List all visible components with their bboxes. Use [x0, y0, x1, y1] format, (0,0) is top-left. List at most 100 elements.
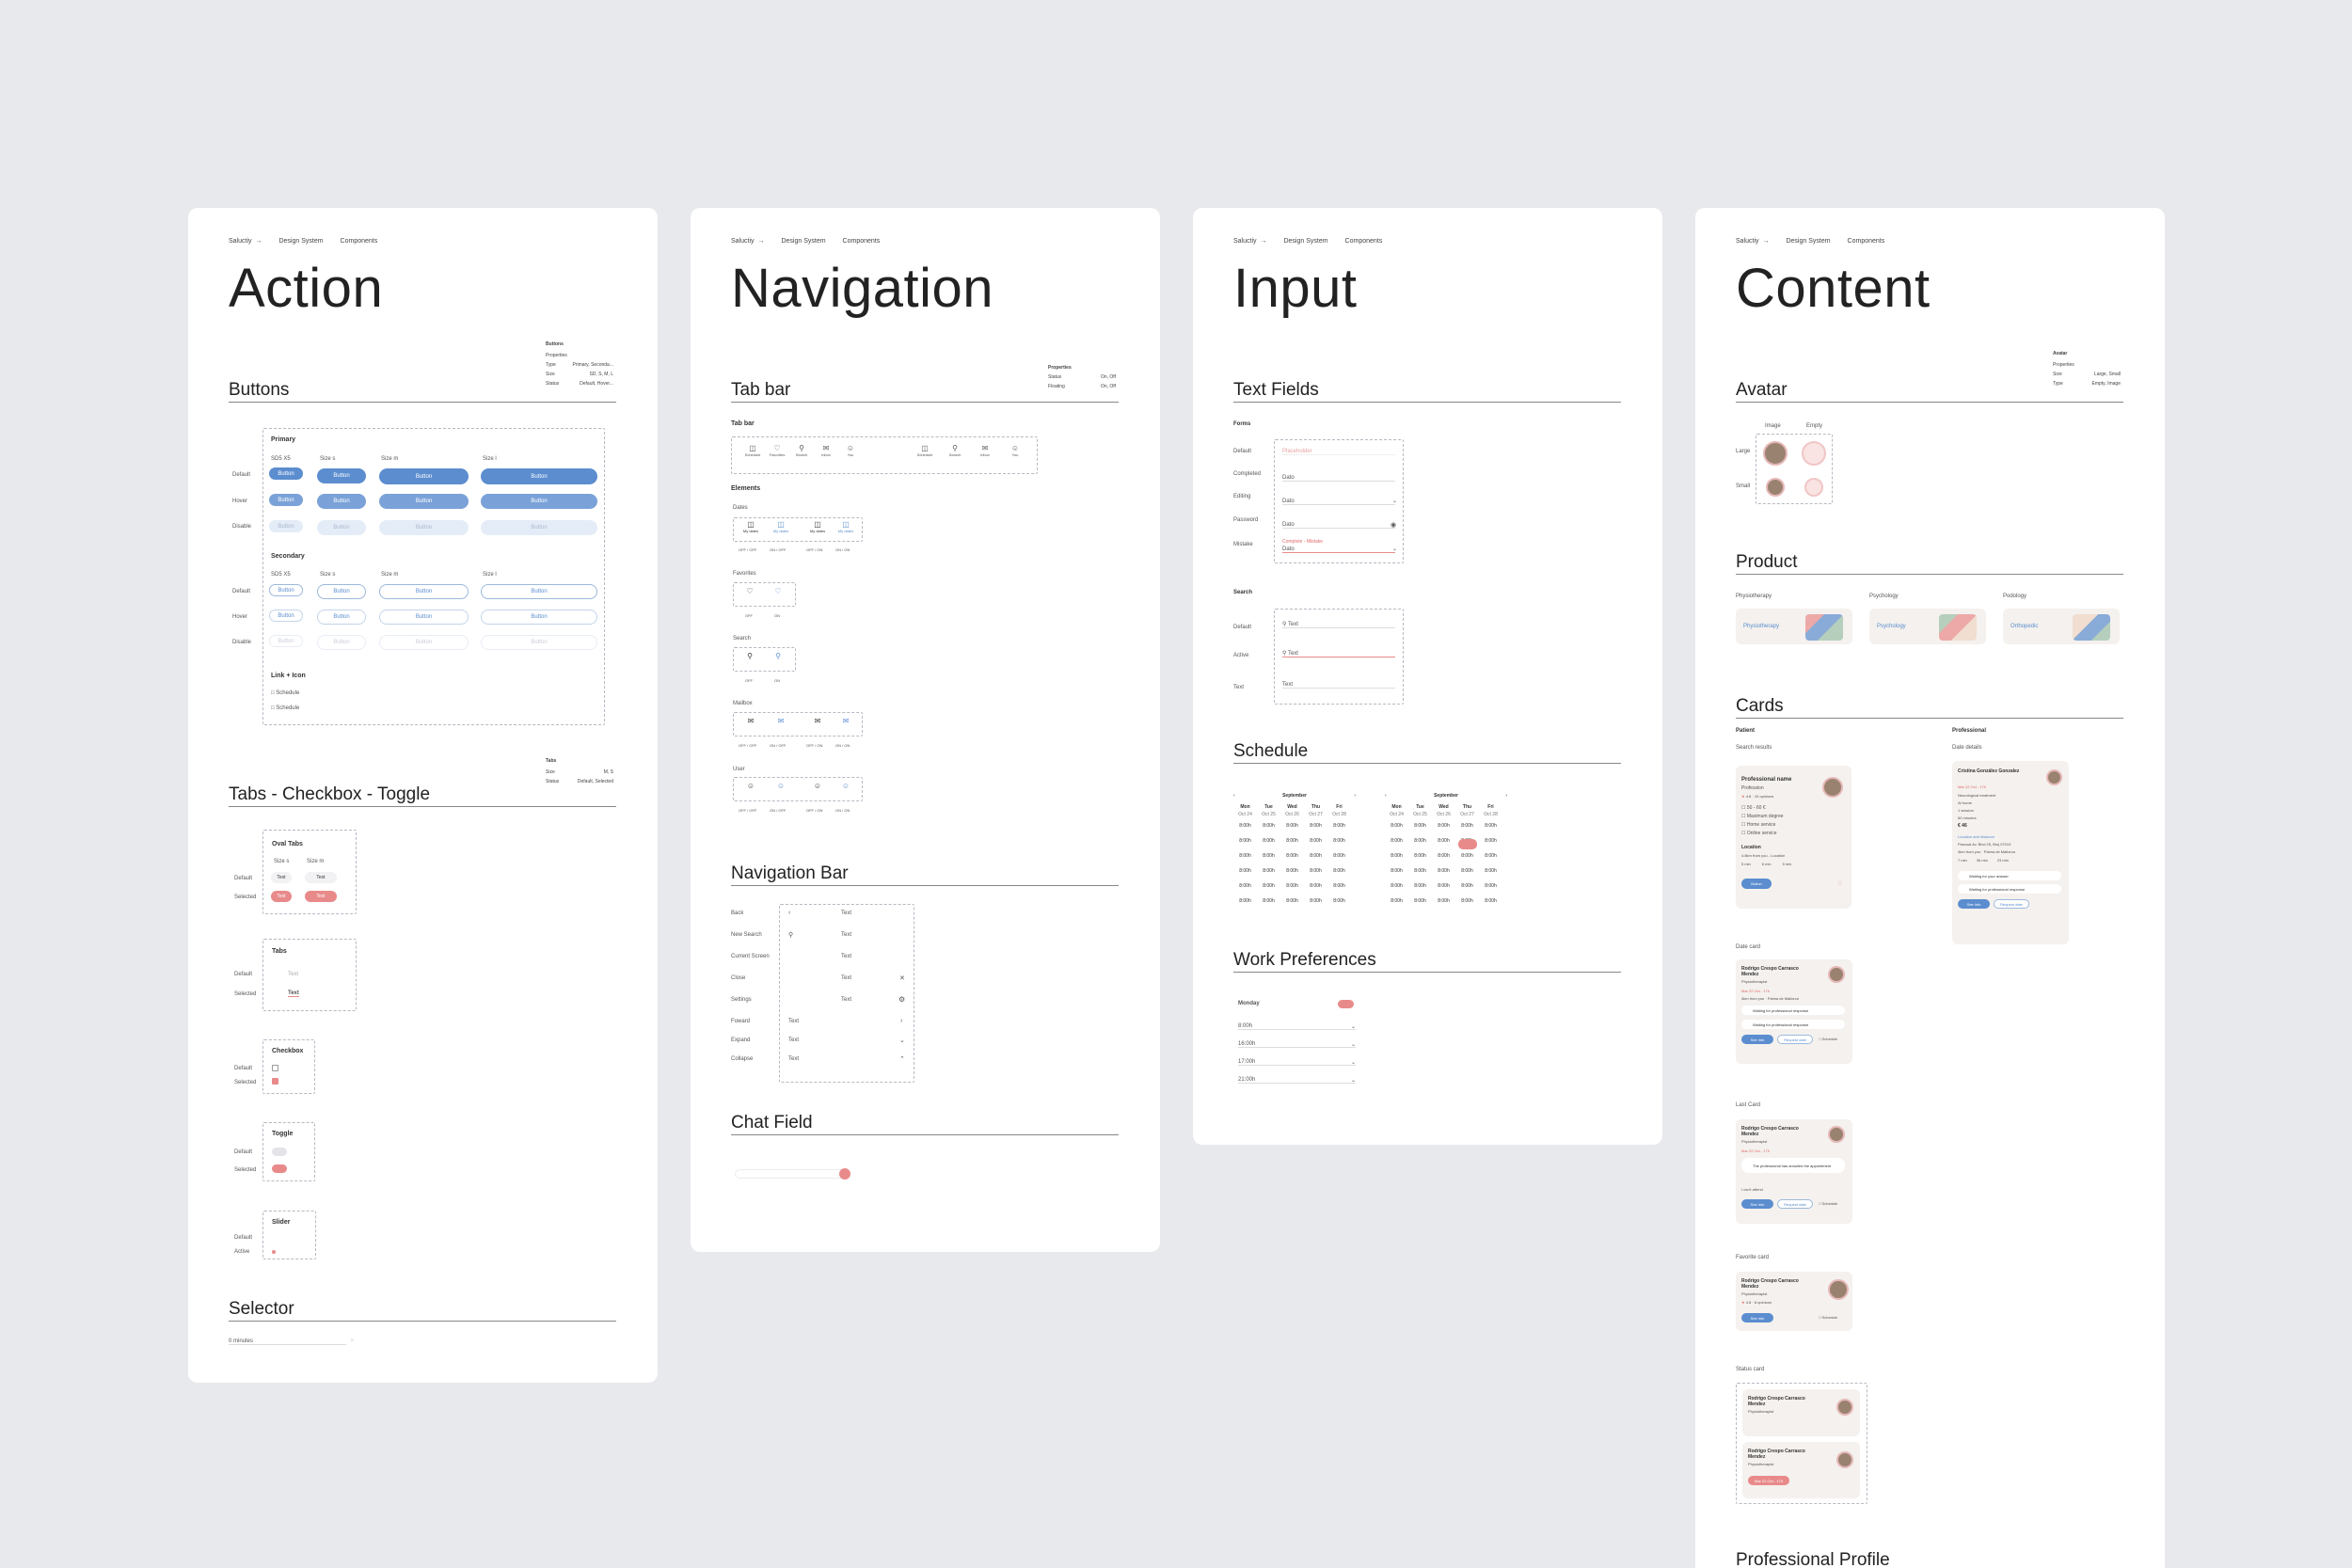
time-slot[interactable]: 8:00h	[1327, 868, 1351, 874]
time-slot[interactable]: 8:00h	[1327, 853, 1351, 859]
crumb-design-system[interactable]: Design System	[781, 238, 825, 245]
prev-icon[interactable]: ‹	[1385, 793, 1387, 799]
crumb-components[interactable]: Components	[1848, 238, 1885, 245]
crumb-design-system[interactable]: Design System	[1283, 238, 1327, 245]
gear-icon[interactable]: ⚙	[898, 995, 905, 1004]
toggle-off[interactable]	[272, 1148, 287, 1156]
time-slot[interactable]: 8:00h	[1280, 838, 1304, 844]
search-input[interactable]: ⚲ Text	[1282, 621, 1395, 628]
primary-button[interactable]: Button	[269, 467, 303, 480]
time-slot[interactable]: 8:00h	[1479, 868, 1502, 874]
status-card[interactable]: Rodrigo Crespo Carrasco Mendez Physiothe…	[1742, 1389, 1860, 1436]
oval-tab-selected[interactable]: Text	[305, 891, 337, 902]
mailbox-element[interactable]: ✉	[769, 717, 793, 725]
crumb-home[interactable]: Saluctiy	[229, 238, 262, 245]
crumb-home[interactable]: Saluctiy	[1233, 238, 1266, 245]
time-slot[interactable]: 8:00h	[1280, 853, 1304, 859]
close-icon[interactable]: ✕	[899, 974, 905, 982]
search-input-text[interactable]: Text	[1282, 682, 1395, 689]
slider-handle[interactable]	[272, 1250, 276, 1254]
search-input-active[interactable]: ⚲ Text	[1282, 650, 1395, 657]
time-slot[interactable]: 8:00h	[1327, 823, 1351, 829]
dates-element[interactable]: ◫ My dates	[834, 520, 858, 533]
time-slot[interactable]: 8:00h	[1408, 838, 1432, 844]
primary-button-hover[interactable]: Button	[379, 494, 469, 509]
text-field[interactable]: Dato	[1282, 499, 1395, 505]
time-slot[interactable]: 8:00h	[1385, 853, 1408, 859]
tabbar-item[interactable]: ☺ You	[1002, 444, 1028, 457]
time-slot[interactable]: 8:00h	[1280, 898, 1304, 904]
time-slot[interactable]: 8:00h	[1408, 853, 1432, 859]
search-icon[interactable]: ⚲	[788, 931, 793, 939]
mailbox-element[interactable]: ✉	[834, 717, 858, 725]
mailbox-element[interactable]: ✉	[805, 717, 830, 725]
dates-element[interactable]: ◫ My dates	[769, 520, 793, 533]
oval-tab[interactable]: Text	[271, 872, 292, 883]
request-date-button[interactable]: Request date	[1777, 1199, 1813, 1209]
secondary-button-hover[interactable]: Button	[269, 610, 303, 622]
primary-button[interactable]: Button	[379, 468, 469, 484]
secondary-button[interactable]: Button	[379, 584, 469, 599]
time-slot[interactable]: 8:00h	[1304, 823, 1327, 829]
tabbar-item[interactable]: ◫ Schedule	[912, 444, 938, 457]
time-slot[interactable]: 8:00h	[1385, 823, 1408, 829]
primary-button[interactable]: Button	[317, 468, 366, 483]
crumb-design-system[interactable]: Design System	[278, 238, 323, 245]
location-link[interactable]: Location and distance	[1958, 834, 1994, 839]
prev-icon[interactable]: ‹	[1233, 793, 1235, 799]
product-card[interactable]: Physiotherapy	[1736, 609, 1852, 644]
time-slot[interactable]: 8:00h	[1280, 883, 1304, 889]
time-slot[interactable]: 8:00h	[1304, 883, 1327, 889]
back-icon[interactable]: ‹	[788, 910, 790, 916]
secondary-button[interactable]: Button	[269, 584, 303, 596]
time-slot[interactable]: 8:00h	[1432, 838, 1455, 844]
time-slot[interactable]: 8:00h	[1257, 838, 1280, 844]
time-slot[interactable]: 8:00h	[1479, 898, 1502, 904]
chevron-up-icon[interactable]: ⌃	[899, 1055, 905, 1063]
see-info-button[interactable]: See info	[1741, 1199, 1773, 1209]
password-field[interactable]: Dato	[1282, 522, 1395, 529]
time-slot[interactable]: 8:00h	[1257, 823, 1280, 829]
tabbar-item[interactable]: ◫ Schedule	[741, 444, 764, 457]
time-slot[interactable]: 8:00h	[1304, 898, 1327, 904]
time-slot[interactable]: 8:00h	[1385, 838, 1408, 844]
send-icon[interactable]	[839, 1168, 850, 1180]
oval-tab-selected[interactable]: Text	[271, 891, 292, 902]
time-slot[interactable]: 8:00h	[1408, 823, 1432, 829]
secondary-button-hover[interactable]: Button	[481, 610, 597, 625]
text-field-error[interactable]: Dato	[1282, 546, 1395, 553]
user-element[interactable]: ☺	[834, 782, 858, 790]
time-slot[interactable]: 8:00h	[1432, 898, 1455, 904]
time-select[interactable]: 21:00h ⌄	[1238, 1077, 1356, 1084]
date-card[interactable]: Rodrigo Crespo Carrasco Mendez Physiothe…	[1736, 959, 1852, 1064]
chat-input[interactable]	[735, 1169, 846, 1179]
time-slot[interactable]: 8:00h	[1233, 838, 1257, 844]
oval-tab[interactable]: Text	[305, 872, 337, 883]
chevron-down-icon[interactable]: ⌄	[899, 1037, 905, 1044]
time-slot[interactable]: 8:00h	[1280, 868, 1304, 874]
time-slot[interactable]: 8:00h	[1385, 883, 1408, 889]
time-slot[interactable]: 8:00h	[1257, 883, 1280, 889]
time-slot[interactable]: 8:00h	[1479, 838, 1502, 844]
tabbar-item[interactable]: ✉ Inbox	[972, 444, 998, 457]
tabbar-item[interactable]: ♡ Favorites	[766, 444, 788, 457]
time-slot[interactable]: 8:00h	[1304, 853, 1327, 859]
dates-element[interactable]: ◫ My dates	[805, 520, 830, 533]
text-field[interactable]: Placeholder	[1282, 449, 1395, 455]
toggle-on[interactable]	[272, 1164, 287, 1173]
schedule-link[interactable]: □ Schedule	[271, 690, 299, 696]
search-element[interactable]: ⚲	[766, 652, 790, 660]
schedule-link[interactable]: □ Schedule	[1819, 1037, 1837, 1041]
time-slot[interactable]: 8:00h	[1385, 898, 1408, 904]
time-slot[interactable]: 8:00h	[1233, 823, 1257, 829]
schedule-link[interactable]: □ Schedule	[1819, 1201, 1837, 1206]
time-slot[interactable]: 8:00h	[1257, 898, 1280, 904]
time-slot[interactable]: 8:00h	[1432, 868, 1455, 874]
favorites-element[interactable]: ♡	[766, 587, 790, 595]
next-icon[interactable]: ›	[1354, 793, 1356, 799]
time-slot[interactable]: 8:00h	[1327, 898, 1351, 904]
schedule-link[interactable]: □ Schedule	[1819, 1315, 1837, 1320]
crumb-home[interactable]: Saluctiy	[1736, 238, 1769, 245]
primary-button-hover[interactable]: Button	[317, 494, 366, 509]
user-element[interactable]: ☺	[769, 782, 793, 790]
